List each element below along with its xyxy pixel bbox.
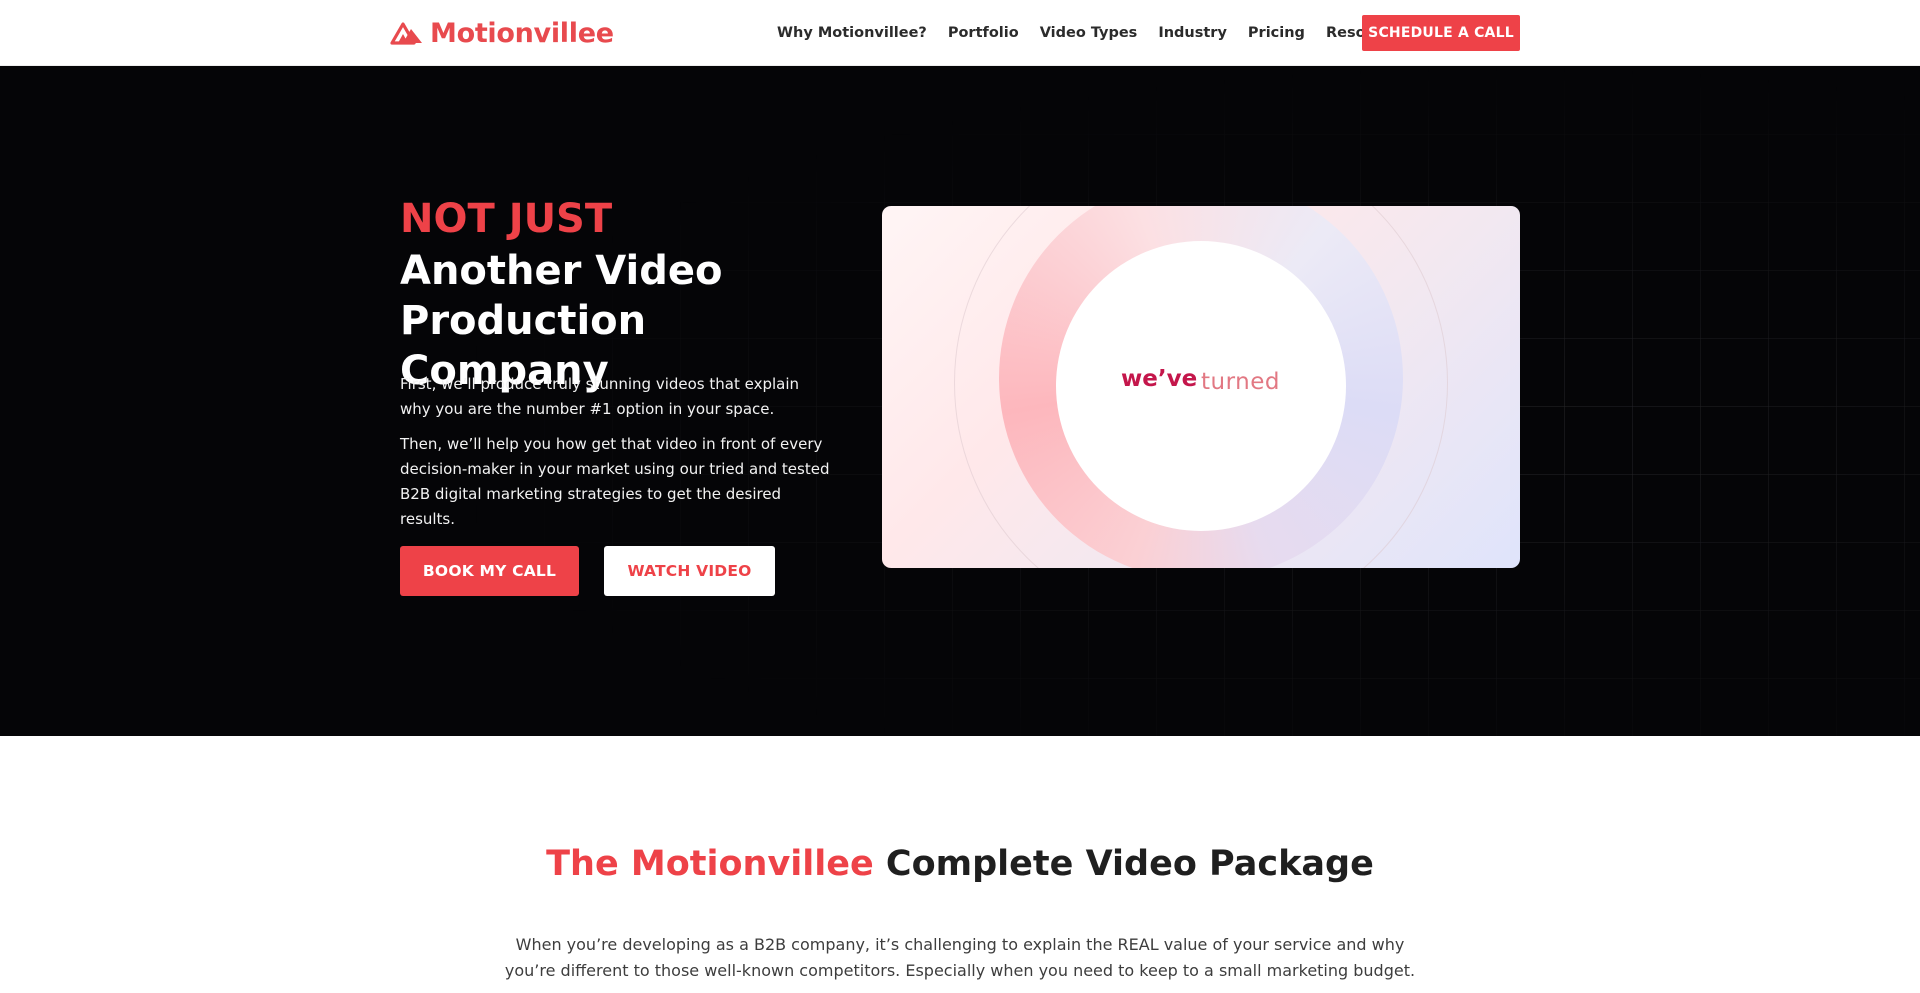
nav-item-video-types[interactable]: Video Types <box>1040 25 1138 41</box>
triangle-logo-icon <box>390 22 422 45</box>
hero-title-line-1: Another Video <box>400 248 723 294</box>
book-my-call-button[interactable]: BOOK MY CALL <box>400 546 579 596</box>
nav-item-industry[interactable]: Industry <box>1158 25 1227 41</box>
logo-text: Motionvillee <box>430 17 614 49</box>
video-caption-word-2: turned <box>1201 369 1280 395</box>
hero-title-highlight: NOT JUST <box>400 196 613 242</box>
video-caption-word-1: we’ve <box>1121 366 1198 392</box>
hero-paragraph-1: First, we’ll produce truly stunning vide… <box>400 375 800 418</box>
schedule-call-button[interactable]: SCHEDULE A CALL <box>1362 15 1520 51</box>
site-header: Motionvillee Why Motionvillee? Portfolio… <box>0 0 1920 66</box>
hero-video-player[interactable]: we’ve turned <box>882 206 1520 568</box>
hero-section: NOT JUST Another Video Production Compan… <box>0 66 1920 736</box>
package-description: When you’re developing as a B2B company,… <box>504 935 1416 980</box>
hero-paragraph-2: Then, we’ll help you how get that video … <box>400 435 830 528</box>
main-nav: Why Motionvillee? Portfolio Video Types … <box>777 16 1431 50</box>
nav-item-pricing[interactable]: Pricing <box>1248 25 1305 41</box>
package-section-title: The Motionvillee Complete Video Package <box>0 844 1920 884</box>
nav-item-portfolio[interactable]: Portfolio <box>948 25 1019 41</box>
logo[interactable]: Motionvillee <box>390 16 614 50</box>
package-title-highlight: The Motionvillee <box>546 844 874 884</box>
watch-video-button[interactable]: WATCH VIDEO <box>604 546 775 596</box>
package-title-rest: Complete Video Package <box>873 844 1374 884</box>
nav-item-why-motionvillee[interactable]: Why Motionvillee? <box>777 25 927 41</box>
